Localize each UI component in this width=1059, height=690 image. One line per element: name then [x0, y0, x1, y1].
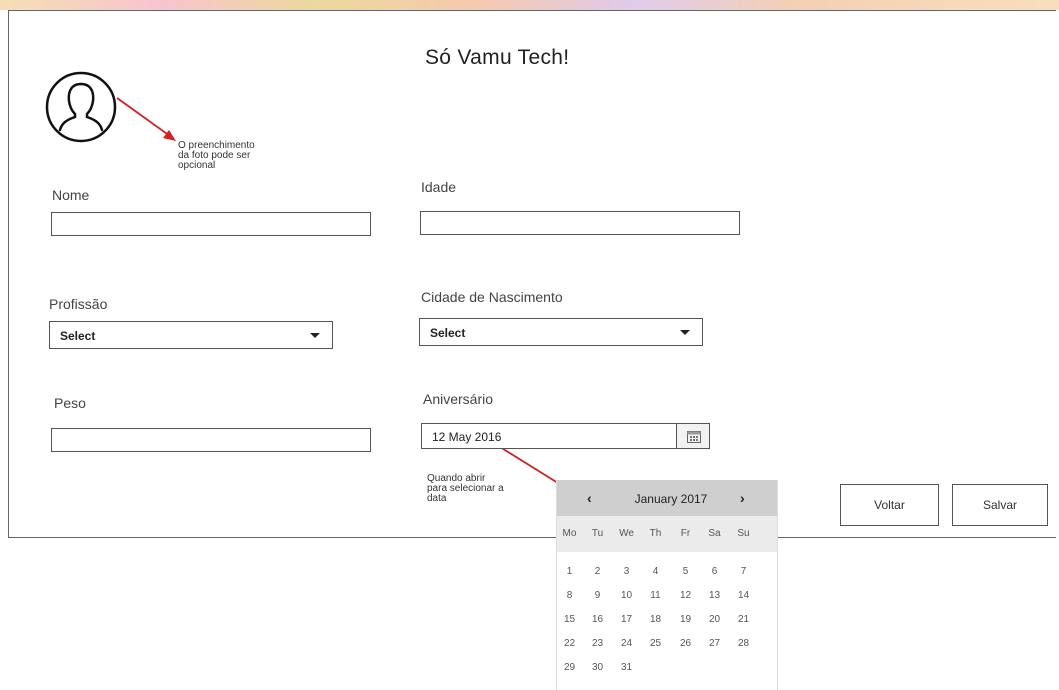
idade-label: Idade — [421, 179, 457, 195]
calendar-toggle-button[interactable] — [676, 423, 710, 449]
calendar-icon — [687, 431, 701, 443]
calendar-day[interactable]: 7 — [731, 566, 756, 577]
page-title: Só Vamu Tech! — [425, 46, 570, 69]
calendar-day[interactable]: 14 — [731, 590, 756, 601]
top-decoration — [0, 0, 1059, 10]
calendar-popup: ‹ January 2017 › Mo Tu We Th Fr Sa Su 12345678… — [556, 480, 778, 690]
calendar-prev-month-button[interactable]: ‹ — [587, 490, 592, 506]
peso-label: Peso — [54, 395, 86, 411]
calendar-day[interactable]: 29 — [557, 662, 582, 673]
calendar-day[interactable]: 19 — [673, 614, 698, 625]
calendar-day[interactable]: 9 — [585, 590, 610, 601]
calendar-day[interactable]: 1 — [557, 566, 582, 577]
caret-down-icon — [310, 333, 320, 338]
calendar-day[interactable]: 28 — [731, 638, 756, 649]
salvar-button[interactable]: Salvar — [952, 484, 1048, 526]
calendar-day[interactable]: 11 — [643, 590, 668, 601]
calendar-day[interactable]: 30 — [585, 662, 610, 673]
caret-down-icon — [680, 330, 690, 335]
cidade-label: Cidade de Nascimento — [421, 289, 563, 305]
calendar-day[interactable]: 18 — [643, 614, 668, 625]
calendar-weekday-sa: Sa — [708, 528, 721, 539]
calendar-day[interactable]: 25 — [643, 638, 668, 649]
calendar-day[interactable]: 3 — [614, 566, 639, 577]
calendar-weekday-tu: Tu — [591, 528, 604, 539]
peso-input[interactable] — [51, 428, 371, 452]
calendar-day[interactable]: 22 — [557, 638, 582, 649]
calendar-weekday-su: Su — [737, 528, 750, 539]
calendar-day[interactable]: 4 — [643, 566, 668, 577]
calendar-day[interactable]: 17 — [614, 614, 639, 625]
calendar-day[interactable]: 26 — [673, 638, 698, 649]
calendar-weekday-row: Mo Tu We Th Fr Sa Su — [557, 516, 777, 552]
calendar-day[interactable]: 21 — [731, 614, 756, 625]
nome-input[interactable] — [51, 212, 371, 236]
calendar-month-title: January 2017 — [634, 492, 708, 506]
calendar-weekday-fr: Fr — [680, 528, 691, 539]
calendar-weekday-we: We — [619, 528, 634, 539]
profissao-select-value: Select — [60, 329, 96, 343]
calendar-day[interactable]: 13 — [702, 590, 727, 601]
profissao-select[interactable]: Select — [49, 321, 333, 349]
calendar-next-month-button[interactable]: › — [740, 490, 745, 506]
aniversario-label: Aniversário — [423, 391, 494, 407]
calendar-day[interactable]: 27 — [702, 638, 727, 649]
calendar-day[interactable]: 16 — [585, 614, 610, 625]
photo-optional-note: O preenchimento da foto pode ser opciona… — [178, 140, 255, 171]
calendar-day[interactable]: 20 — [702, 614, 727, 625]
avatar-upload-icon[interactable] — [44, 70, 118, 144]
voltar-button[interactable]: Voltar — [840, 484, 939, 526]
cidade-select[interactable]: Select — [419, 318, 703, 346]
aniversario-input[interactable]: 12 May 2016 — [421, 423, 677, 449]
app-window — [8, 10, 1056, 538]
calendar-day[interactable]: 2 — [585, 566, 610, 577]
calendar-day[interactable]: 8 — [557, 590, 582, 601]
aniversario-datepicker: 12 May 2016 — [421, 423, 710, 449]
calendar-day[interactable]: 23 — [585, 638, 610, 649]
calendar-day[interactable]: 24 — [614, 638, 639, 649]
calendar-day[interactable]: 12 — [673, 590, 698, 601]
nome-label: Nome — [52, 187, 90, 203]
calendar-header: ‹ January 2017 › — [557, 480, 777, 516]
idade-input[interactable] — [420, 211, 740, 235]
profissao-label: Profissão — [49, 296, 108, 312]
calendar-day[interactable]: 31 — [614, 662, 639, 673]
calendar-weekday-mo: Mo — [562, 528, 577, 539]
calendar-weekday-th: Th — [649, 528, 662, 539]
calendar-day[interactable]: 5 — [673, 566, 698, 577]
calendar-day[interactable]: 15 — [557, 614, 582, 625]
calendar-day[interactable]: 6 — [702, 566, 727, 577]
cidade-select-value: Select — [430, 326, 466, 340]
calendar-day[interactable]: 10 — [614, 590, 639, 601]
date-picker-note: Quando abrir para selecionar a data — [427, 473, 504, 504]
